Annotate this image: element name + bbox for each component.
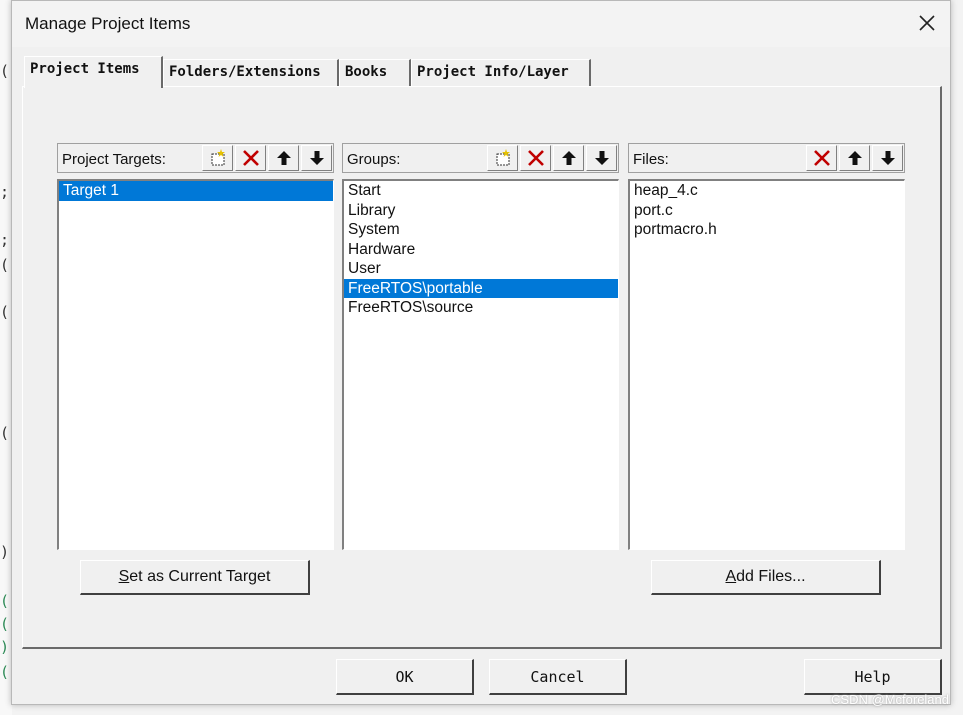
project-items-panel: Project Targets: Target 1 Groups: Start … — [22, 86, 942, 649]
add-files-mnemonic: A — [725, 568, 737, 585]
list-item-group[interactable]: Library — [344, 201, 618, 221]
editor-glyph: ( — [0, 256, 10, 274]
groups-list[interactable]: Start Library System Hardware User FreeR… — [342, 179, 619, 550]
list-item-file[interactable]: heap_4.c — [630, 181, 904, 201]
arrow-down-icon — [309, 151, 324, 165]
targets-label: Project Targets: — [62, 151, 166, 168]
move-file-down-button[interactable] — [872, 145, 903, 171]
editor-glyph: ) — [0, 638, 10, 656]
tab-folders-extensions[interactable]: Folders/Extensions — [163, 59, 339, 86]
new-group-button[interactable] — [487, 145, 518, 171]
set-current-target-label: et as Current Target — [129, 568, 271, 585]
list-item-group[interactable]: FreeRTOS\source — [344, 298, 618, 318]
new-item-icon — [496, 149, 510, 166]
move-group-up-button[interactable] — [553, 145, 584, 171]
targets-list[interactable]: Target 1 — [57, 179, 334, 550]
title-bar: Manage Project Items — [12, 1, 950, 47]
delete-file-button[interactable] — [806, 145, 837, 171]
new-target-button[interactable] — [202, 145, 233, 171]
list-item-group[interactable]: System — [344, 220, 618, 240]
move-file-up-button[interactable] — [839, 145, 870, 171]
cancel-button[interactable]: Cancel — [489, 659, 627, 695]
list-item-group[interactable]: Hardware — [344, 240, 618, 260]
list-item-target-1[interactable]: Target 1 — [59, 181, 333, 201]
set-current-target-button[interactable]: Set as Current Target — [80, 560, 310, 595]
dialog-title: Manage Project Items — [25, 14, 191, 33]
editor-glyph: ( — [0, 303, 10, 321]
move-group-down-button[interactable] — [586, 145, 617, 171]
editor-glyph: ( — [0, 663, 10, 681]
delete-icon — [527, 150, 544, 166]
arrow-up-icon — [847, 151, 862, 165]
add-files-label: dd Files... — [736, 568, 806, 585]
delete-icon — [242, 150, 259, 166]
arrow-up-icon — [561, 151, 576, 165]
close-icon — [919, 15, 935, 31]
list-item-file[interactable]: portmacro.h — [630, 220, 904, 240]
ok-button[interactable]: OK — [336, 659, 474, 695]
groups-header: Groups: — [342, 143, 619, 173]
move-target-down-button[interactable] — [301, 145, 332, 171]
watermark: CSDN @Mcforeland — [831, 692, 949, 707]
delete-group-button[interactable] — [520, 145, 551, 171]
files-list[interactable]: heap_4.c port.c portmacro.h — [628, 179, 905, 550]
help-button[interactable]: Help — [804, 659, 942, 695]
list-item-group-selected[interactable]: FreeRTOS\portable — [344, 278, 618, 298]
files-label: Files: — [633, 151, 669, 168]
add-files-button[interactable]: Add Files... — [651, 560, 881, 595]
files-header: Files: — [628, 143, 905, 173]
editor-glyph: ( — [0, 592, 10, 610]
arrow-up-icon — [276, 151, 291, 165]
arrow-down-icon — [880, 151, 895, 165]
tab-project-items[interactable]: Project Items — [24, 56, 163, 88]
editor-glyph: ) — [0, 543, 10, 561]
editor-glyph: ( — [0, 615, 10, 633]
tab-project-info-layer[interactable]: Project Info/Layer — [411, 59, 591, 86]
editor-glyph: ; — [0, 231, 10, 249]
set-current-target-mnemonic: S — [118, 568, 130, 585]
editor-glyph: ( — [0, 424, 10, 442]
delete-target-button[interactable] — [235, 145, 266, 171]
groups-label: Groups: — [347, 151, 401, 168]
arrow-down-icon — [594, 151, 609, 165]
editor-glyph: ; — [0, 183, 10, 201]
list-item-file[interactable]: port.c — [630, 201, 904, 221]
editor-glyph: ( — [0, 62, 10, 80]
delete-icon — [813, 150, 830, 166]
move-target-up-button[interactable] — [268, 145, 299, 171]
close-button[interactable] — [910, 6, 944, 40]
targets-header: Project Targets: — [57, 143, 334, 173]
list-item-group[interactable]: Start — [344, 181, 618, 201]
tab-books[interactable]: Books — [339, 59, 411, 86]
list-item-group[interactable]: User — [344, 259, 618, 279]
new-item-icon — [211, 149, 225, 166]
manage-project-items-dialog: Manage Project Items Project Items Folde… — [11, 0, 951, 705]
